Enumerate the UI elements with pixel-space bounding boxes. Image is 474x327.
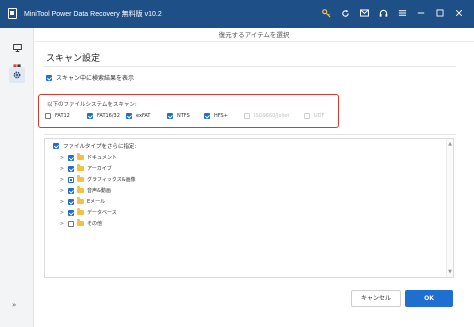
folder-icon — [77, 197, 84, 205]
tree-item-database[interactable]: > データベース — [59, 208, 117, 216]
expand-arrow-icon[interactable]: > — [59, 210, 65, 216]
tree-item-other[interactable]: > その他 — [59, 219, 103, 227]
filesystem-options: FAT12 FAT16/32 exFAT NTFS HFS+ ISO9660/J… — [45, 113, 328, 119]
fs-option-fat12[interactable]: FAT12 — [45, 113, 87, 119]
settings-icon[interactable] — [9, 67, 25, 83]
titlebar-icons — [319, 6, 466, 20]
tree-checkbox[interactable] — [68, 220, 74, 227]
folder-icon — [77, 186, 84, 194]
close-icon[interactable] — [452, 6, 466, 20]
expand-glyph: » — [12, 301, 17, 309]
fs-option-ntfs[interactable]: NTFS — [167, 113, 204, 119]
expand-arrow-icon[interactable]: > — [59, 177, 65, 183]
expand-arrow-icon[interactable]: > — [59, 155, 65, 161]
tree-item-audio-video[interactable]: > 音声&動画 — [59, 186, 111, 194]
app-logo-icon — [8, 8, 17, 19]
expand-arrow-icon[interactable]: > — [59, 221, 65, 227]
cancel-button[interactable]: キャンセル — [351, 290, 401, 307]
scroll-down-icon[interactable]: ▼ — [447, 268, 453, 276]
email-icon[interactable] — [357, 6, 371, 20]
scan-icon[interactable] — [9, 40, 25, 56]
folder-icon — [77, 208, 84, 216]
fs-checkbox[interactable] — [87, 113, 93, 119]
tree-item-archives[interactable]: > アーカイブ — [59, 164, 112, 172]
fs-checkbox[interactable] — [167, 113, 173, 119]
show-results-label: スキャン中に検索結果を表示 — [56, 75, 135, 82]
tree-checkbox[interactable] — [68, 154, 74, 161]
fs-label: exFAT — [136, 113, 151, 119]
folder-icon — [77, 175, 84, 183]
tree-checkbox[interactable] — [68, 187, 74, 194]
fs-option-exfat[interactable]: exFAT — [126, 113, 167, 119]
maximize-icon[interactable] — [433, 6, 447, 20]
tree-item-label: 音声&動画 — [87, 188, 111, 194]
filesystem-label: 以下のファイルシステムをスキャン: — [47, 102, 137, 108]
tree-checkbox[interactable] — [68, 165, 74, 172]
scroll-up-icon[interactable]: ▲ — [447, 140, 453, 148]
filetype-all-checkbox[interactable] — [53, 143, 59, 149]
refresh-icon[interactable] — [338, 6, 352, 20]
expand-arrow-icon[interactable]: > — [59, 188, 65, 194]
tree-checkbox[interactable] — [68, 198, 74, 205]
expand-arrow-icon[interactable]: > — [59, 166, 65, 172]
tree-item-label: ドキュメント — [87, 155, 118, 161]
folder-icon — [77, 164, 84, 172]
fs-option-hfs[interactable]: HFS+ — [204, 113, 244, 119]
filetype-tree: ファイルタイプをさらに指定: > ドキュメント > アーカイブ > グラフィック… — [44, 138, 454, 278]
fs-checkbox[interactable] — [126, 113, 132, 119]
minimize-icon[interactable] — [414, 6, 428, 20]
tree-item-label: データベース — [87, 210, 117, 216]
ok-button[interactable]: OK — [405, 290, 453, 307]
fs-label: ISO9660/Joliet — [254, 113, 290, 119]
tree-item-label: アーカイブ — [87, 166, 112, 172]
fs-label: FAT12 — [55, 113, 70, 119]
tree-item-label: Eメール — [87, 199, 106, 205]
folder-icon — [77, 219, 84, 227]
key-icon[interactable] — [319, 6, 333, 20]
expand-arrow-icon[interactable]: > — [59, 199, 65, 205]
fs-label: HFS+ — [214, 113, 228, 119]
show-results-option[interactable]: スキャン中に検索結果を表示 — [46, 73, 134, 82]
fs-checkbox[interactable] — [204, 113, 210, 119]
fs-checkbox — [244, 113, 250, 119]
folder-icon — [77, 153, 84, 161]
expand-icon[interactable]: » — [12, 301, 16, 309]
divider — [44, 66, 456, 67]
headset-icon[interactable] — [376, 6, 390, 20]
tree-item-label: その他 — [87, 221, 103, 227]
show-results-checkbox[interactable] — [46, 74, 52, 81]
fs-option-fat16-32[interactable]: FAT16/32 — [87, 113, 126, 119]
panel-title: 復元するアイテムを選択 — [34, 28, 474, 42]
fs-option-iso9660: ISO9660/Joliet — [244, 113, 304, 119]
title-bar: MiniTool Power Data Recovery 無料版 v10.2 — [0, 0, 474, 28]
sidebar: » — [0, 28, 34, 327]
filetype-header[interactable]: ファイルタイプをさらに指定: — [53, 142, 136, 150]
fs-label: NTFS — [177, 113, 190, 119]
fs-checkbox — [304, 113, 310, 119]
scrollbar[interactable]: ▲ ▼ — [446, 139, 453, 277]
menu-icon[interactable] — [395, 6, 409, 20]
fs-option-udf: UDF — [304, 113, 328, 119]
fs-checkbox[interactable] — [45, 113, 51, 119]
fs-label: UDF — [314, 113, 325, 119]
tree-checkbox[interactable] — [68, 176, 74, 183]
fs-label: FAT16/32 — [97, 113, 120, 119]
tree-item-graphics[interactable]: > グラフィックス&画像 — [59, 175, 136, 183]
tree-item-documents[interactable]: > ドキュメント — [59, 153, 118, 161]
filesystem-group: 以下のファイルシステムをスキャン: FAT12 FAT16/32 exFAT N… — [38, 94, 339, 128]
tree-item-email[interactable]: > Eメール — [59, 197, 106, 205]
app-title: MiniTool Power Data Recovery 無料版 v10.2 — [24, 11, 162, 18]
divider — [44, 134, 456, 135]
tree-checkbox[interactable] — [68, 209, 74, 216]
filetype-label: ファイルタイプをさらに指定: — [63, 144, 137, 150]
section-title: スキャン設定 — [46, 54, 101, 64]
tree-item-label: グラフィックス&画像 — [87, 177, 136, 183]
